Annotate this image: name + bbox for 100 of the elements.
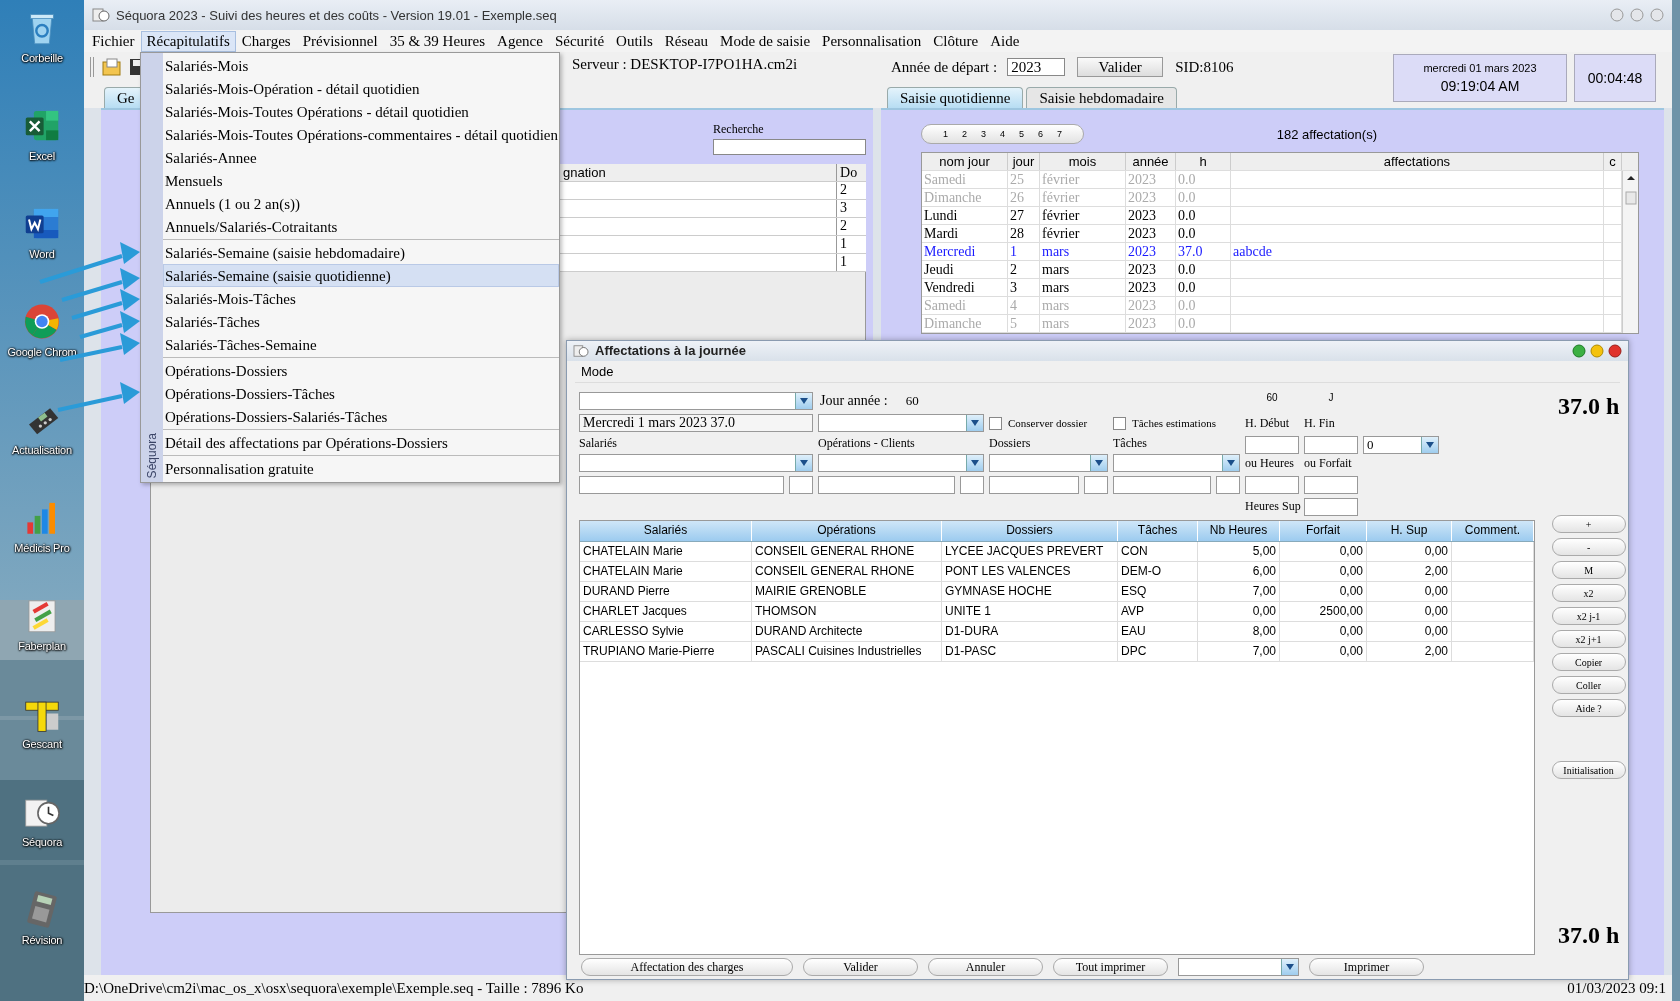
dropdown[interactable]: 0 <box>1363 436 1439 455</box>
menu-item[interactable]: Salariés-Semaine (saisie quotidienne) <box>163 264 559 287</box>
text-field[interactable] <box>989 476 1079 495</box>
action-button[interactable]: Annuler <box>928 958 1043 977</box>
reset-button[interactable]: Initialisation <box>1551 761 1626 780</box>
dropdown[interactable] <box>1113 454 1240 473</box>
dropdown[interactable] <box>818 454 984 473</box>
table-cell: 3 <box>836 200 866 217</box>
action-button[interactable]: Affectation des charges <box>581 958 793 977</box>
text-field[interactable] <box>1113 476 1211 495</box>
page-button[interactable]: 7 <box>1050 129 1069 139</box>
menu-item[interactable]: Salariés-Tâches <box>163 310 559 333</box>
checkbox[interactable] <box>989 416 1002 430</box>
menu-item[interactable]: Réseau <box>658 30 715 52</box>
scrollbar[interactable] <box>1622 171 1638 333</box>
menu-item[interactable]: Détail des affectations par Opérations-Dossiers <box>163 431 559 454</box>
action-button[interactable]: Valider <box>803 958 918 977</box>
action-button[interactable]: x2 j-1 <box>1551 607 1626 626</box>
column-header: nom jour <box>922 153 1008 170</box>
flat-rate-field[interactable] <box>1304 476 1358 495</box>
start-time-field[interactable] <box>1245 436 1299 455</box>
menu-item[interactable]: Mode <box>581 364 614 380</box>
menu-item[interactable]: Salariés-Annee <box>163 146 559 169</box>
text-field[interactable] <box>818 476 955 495</box>
maximize-icon[interactable] <box>1630 8 1644 22</box>
menu-item[interactable]: Prévisionnel <box>296 30 384 52</box>
menu-item[interactable]: Annuels/Salariés-Cotraitants <box>163 215 559 238</box>
menu-item[interactable]: Sécurité <box>548 30 611 52</box>
menu-item[interactable]: Clôture <box>927 30 985 52</box>
print-button[interactable]: Imprimer <box>1309 958 1424 977</box>
column-header: affectations <box>1231 153 1604 170</box>
day-row[interactable]: Lundi 27 février 2023 0.0 <box>922 207 1622 225</box>
day-row[interactable]: Vendredi 3 mars 2023 0.0 <box>922 279 1622 297</box>
menu-item[interactable]: Personnalisation gratuite <box>163 457 559 480</box>
dropdown[interactable] <box>989 454 1108 473</box>
page-button[interactable]: 3 <box>974 129 993 139</box>
action-button[interactable]: x2 <box>1551 584 1626 603</box>
close-icon[interactable] <box>1608 343 1622 358</box>
day-row[interactable]: Mardi 28 février 2023 0.0 <box>922 225 1622 243</box>
end-time-field[interactable] <box>1304 436 1358 455</box>
page-button[interactable]: 6 <box>1031 129 1050 139</box>
action-button[interactable]: Tout imprimer <box>1053 958 1168 977</box>
action-button[interactable]: Copier <box>1551 653 1626 672</box>
page-button[interactable]: 2 <box>955 129 974 139</box>
dropdown[interactable] <box>818 414 984 433</box>
menu-item[interactable]: Salariés-Mois-Opération - détail quotidien <box>163 77 559 100</box>
menu-item[interactable]: Annuels (1 ou 2 an(s)) <box>163 192 559 215</box>
start-year-field[interactable]: 2023 <box>1007 58 1066 76</box>
tab[interactable]: Saisie hebdomadaire <box>1026 87 1177 108</box>
folder-icon[interactable] <box>102 57 122 77</box>
menu-item[interactable]: Agence <box>491 30 549 52</box>
action-button[interactable]: Coller <box>1551 676 1626 695</box>
dropdown[interactable] <box>579 392 813 411</box>
menu-item[interactable]: Opérations-Dossiers-Salariés-Tâches <box>163 405 559 428</box>
menu-item[interactable]: Salariés-Tâches-Semaine <box>163 333 559 356</box>
page-button[interactable]: 1 <box>936 129 955 139</box>
overtime-field[interactable] <box>1304 498 1358 517</box>
menu-item[interactable]: Salariés-Mois-Toutes Opérations-commentaires - détail quotidien <box>163 123 559 146</box>
code-field[interactable] <box>1216 476 1240 495</box>
text-field[interactable] <box>579 476 784 495</box>
action-button[interactable]: x2 j+1 <box>1551 630 1626 649</box>
dropdown[interactable] <box>1178 958 1299 977</box>
tab[interactable]: Saisie quotidienne <box>887 87 1024 108</box>
menu-item[interactable]: Salariés-Mois <box>163 54 559 77</box>
menu-item[interactable]: 35 & 39 Heures <box>383 30 492 52</box>
menu-item[interactable]: Charges <box>235 30 297 52</box>
validate-button[interactable]: Valider <box>1077 57 1164 77</box>
day-row[interactable]: Jeudi 2 mars 2023 0.0 <box>922 261 1622 279</box>
dropdown[interactable] <box>579 454 813 473</box>
menu-item[interactable]: Récapitulatifs <box>140 30 236 52</box>
search-field[interactable] <box>713 139 866 155</box>
maximize-icon[interactable] <box>1572 343 1586 358</box>
action-button[interactable]: - <box>1551 538 1626 557</box>
menu-item[interactable]: Aide <box>984 30 1026 52</box>
menu-item[interactable]: Salariés-Mois-Tâches <box>163 287 559 310</box>
scroll-thumb-icon[interactable] <box>1624 191 1637 205</box>
menu-item[interactable]: Mensuels <box>163 169 559 192</box>
hours-field[interactable] <box>1245 476 1299 495</box>
date-field[interactable]: Mercredi 1 mars 2023 37.0 <box>579 414 813 433</box>
menu-item[interactable]: Opérations-Dossiers <box>163 359 559 382</box>
menu-item[interactable]: Salariés-Mois-Toutes Opérations - détail quotidien <box>163 100 559 123</box>
table-cell: 2023 <box>1128 316 1156 331</box>
menu-item[interactable]: Personnalisation <box>816 30 928 52</box>
menu-item[interactable]: Salariés-Semaine (saisie hebdomadaire) <box>163 241 559 264</box>
checkbox[interactable] <box>1113 416 1126 430</box>
page-button[interactable]: 4 <box>993 129 1012 139</box>
menu-item[interactable]: Outils <box>610 30 659 52</box>
code-field[interactable] <box>1084 476 1108 495</box>
minimize-icon[interactable] <box>1610 8 1624 22</box>
menu-item[interactable]: Fichier <box>86 30 141 52</box>
table-cell: CHATELAIN Marie <box>583 544 683 559</box>
day-row[interactable]: Mercredi 1 mars 2023 37.0 aabcde <box>922 243 1622 261</box>
action-button[interactable]: M <box>1551 561 1626 580</box>
action-button[interactable]: Aide ? <box>1551 699 1626 718</box>
menu-item[interactable]: Opérations-Dossiers-Tâches <box>163 382 559 405</box>
code-field[interactable] <box>789 476 813 495</box>
code-field[interactable] <box>960 476 984 495</box>
page-button[interactable]: 5 <box>1012 129 1031 139</box>
action-button[interactable]: + <box>1551 515 1626 534</box>
menu-item[interactable]: Mode de saisie <box>714 30 817 52</box>
